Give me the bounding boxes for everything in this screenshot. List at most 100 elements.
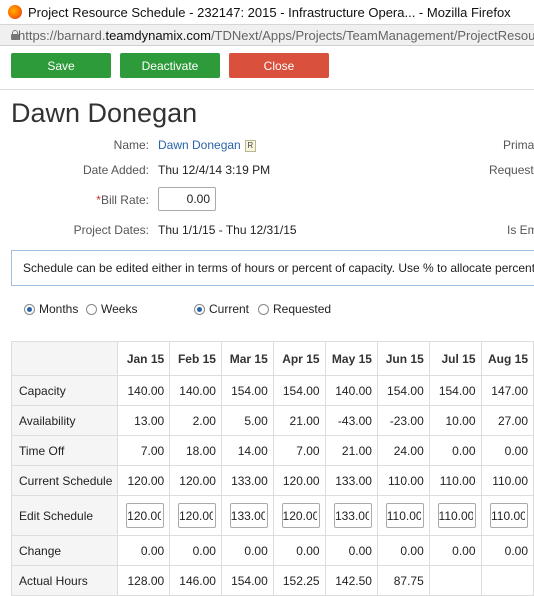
save-button[interactable]: Save	[11, 53, 111, 78]
table-row: Availability 13.00 2.00 5.00 21.00 -43.00 -23.…	[10, 405, 534, 436]
bill-rate-input[interactable]: 0.00	[158, 187, 216, 211]
table-cell: 110.00	[428, 465, 482, 496]
table-cell: 5.00	[220, 405, 274, 436]
table-cell: 0.00	[272, 535, 326, 566]
project-dates-label: Project Dates:	[73, 223, 149, 237]
column-header: Apr 15	[272, 341, 326, 376]
table-cell: 154.00	[428, 375, 482, 406]
weeks-radio-icon[interactable]	[86, 303, 97, 315]
date-added-label: Date Added:	[82, 163, 149, 177]
table-cell: 152.25	[272, 565, 326, 596]
table-cell: 133.00	[220, 465, 274, 496]
url-path: /TDNext/Apps/Projects/TeamManagement/Pro…	[210, 27, 534, 43]
table-cell: 0.00	[428, 435, 482, 466]
radio-current[interactable]: Current	[194, 302, 249, 316]
edit-schedule-input[interactable]	[281, 503, 320, 528]
table-cell: 147.00	[480, 375, 534, 406]
table-cell: 21.00	[272, 405, 326, 436]
edit-schedule-cell[interactable]	[169, 495, 222, 536]
project-dates-value: Thu 1/1/15 - Thu 12/31/15	[158, 223, 297, 237]
resource-name-link[interactable]: Dawn Donegan	[158, 138, 241, 152]
edit-schedule-cell[interactable]	[480, 495, 534, 536]
edit-schedule-input[interactable]	[126, 503, 165, 528]
window-title: Project Resource Schedule - 232147: 2015…	[28, 4, 511, 20]
table-cell: 140.00	[324, 375, 378, 406]
table-row: Actual Hours 128.00 146.00 154.00 152.25 142.…	[10, 565, 534, 596]
current-label: Current	[209, 302, 250, 316]
edit-schedule-cell[interactable]	[324, 495, 378, 536]
edit-schedule-cell[interactable]	[428, 495, 482, 536]
table-cell: 0.00	[376, 535, 430, 566]
table-cell: -43.00	[324, 405, 378, 436]
table-cell: 2.00	[169, 405, 222, 436]
bill-rate-label: *Bill Rate:	[9, 193, 149, 207]
column-header: Mar 15	[220, 341, 274, 376]
table-cell: 140.00	[169, 375, 222, 406]
table-cell: 154.00	[220, 565, 274, 596]
url-prefix: https://barnard.	[18, 27, 106, 43]
edit-schedule-input[interactable]	[490, 503, 528, 528]
table-cell: 18.00	[169, 435, 222, 466]
column-header: May 15	[324, 341, 378, 376]
column-header: Feb 15	[169, 341, 222, 376]
table-cell: 120.00	[117, 465, 171, 496]
radio-months[interactable]: Months	[24, 302, 78, 316]
edit-schedule-input[interactable]	[385, 503, 424, 528]
table-cell: -23.00	[376, 405, 430, 436]
table-cell: 24.00	[376, 435, 430, 466]
table-cell: 14.00	[220, 435, 274, 466]
table-cell: 154.00	[376, 375, 430, 406]
table-cell: 146.00	[169, 565, 222, 596]
weeks-label: Weeks	[101, 302, 138, 316]
url-domain: teamdynamix.com	[105, 27, 211, 43]
table-row: Time Off 7.00 18.00 14.00 7.00 21.00 24.00 0.00…	[10, 435, 534, 466]
row-label: Capacity	[10, 375, 119, 406]
table-cell: 21.00	[324, 435, 378, 466]
close-button[interactable]: Close	[229, 53, 329, 78]
radio-weeks[interactable]: Weeks	[86, 302, 137, 316]
row-label: Change	[10, 535, 119, 566]
table-cell	[428, 565, 482, 596]
table-row: Change 0.00 0.00 0.00 0.00 0.00 0.00 0.00 0.00	[10, 535, 534, 566]
table-cell: 10.00	[428, 405, 482, 436]
table-cell: 110.00	[480, 465, 534, 496]
table-row: Edit Schedule	[10, 495, 534, 536]
column-header: Jul 15	[428, 341, 482, 376]
table-cell: 110.00	[376, 465, 430, 496]
edit-schedule-cell[interactable]	[117, 495, 171, 536]
requested-radio-icon[interactable]	[258, 303, 269, 315]
months-label: Months	[39, 302, 79, 316]
resource-badge[interactable]: R	[244, 139, 256, 152]
radio-requested[interactable]: Requested	[258, 302, 331, 316]
table-cell: 128.00	[117, 565, 171, 596]
edit-schedule-input[interactable]	[333, 503, 372, 528]
table-cell: 0.00	[480, 535, 534, 566]
table-cell: 0.00	[220, 535, 274, 566]
page-title: Dawn Donegan	[11, 98, 198, 128]
table-cell: 120.00	[272, 465, 326, 496]
url-text[interactable]: https://barnard.teamdynamix.com/TDNext/A…	[18, 28, 534, 43]
table-cell: 0.00	[480, 435, 534, 466]
edit-schedule-cell[interactable]	[272, 495, 326, 536]
row-label: Availability	[10, 405, 119, 436]
address-bar[interactable]: https://barnard.teamdynamix.com/TDNext/A…	[0, 24, 534, 46]
schedule-header-row: Jan 15 Feb 15 Mar 15 Apr 15 May 15 Jun 1…	[10, 341, 534, 376]
table-cell	[480, 565, 534, 596]
current-radio-icon[interactable]	[194, 303, 205, 315]
edit-schedule-input[interactable]	[437, 503, 476, 528]
edit-schedule-cell[interactable]	[376, 495, 430, 536]
table-cell: 0.00	[428, 535, 482, 566]
row-label: Current Schedule	[10, 465, 119, 496]
table-cell: 0.00	[117, 535, 171, 566]
edit-schedule-cell[interactable]	[220, 495, 274, 536]
edit-schedule-input[interactable]	[177, 503, 216, 528]
table-cell: 87.75	[376, 565, 430, 596]
edit-schedule-input[interactable]	[229, 503, 268, 528]
requested-label: Requested	[273, 302, 332, 316]
table-cell: 27.00	[480, 405, 534, 436]
table-cell: 120.00	[169, 465, 222, 496]
primary-label: Prima	[503, 138, 534, 152]
months-radio-icon[interactable]	[24, 303, 35, 315]
is-employee-label: Is Em	[507, 223, 534, 237]
deactivate-button[interactable]: Deactivate	[120, 53, 220, 78]
